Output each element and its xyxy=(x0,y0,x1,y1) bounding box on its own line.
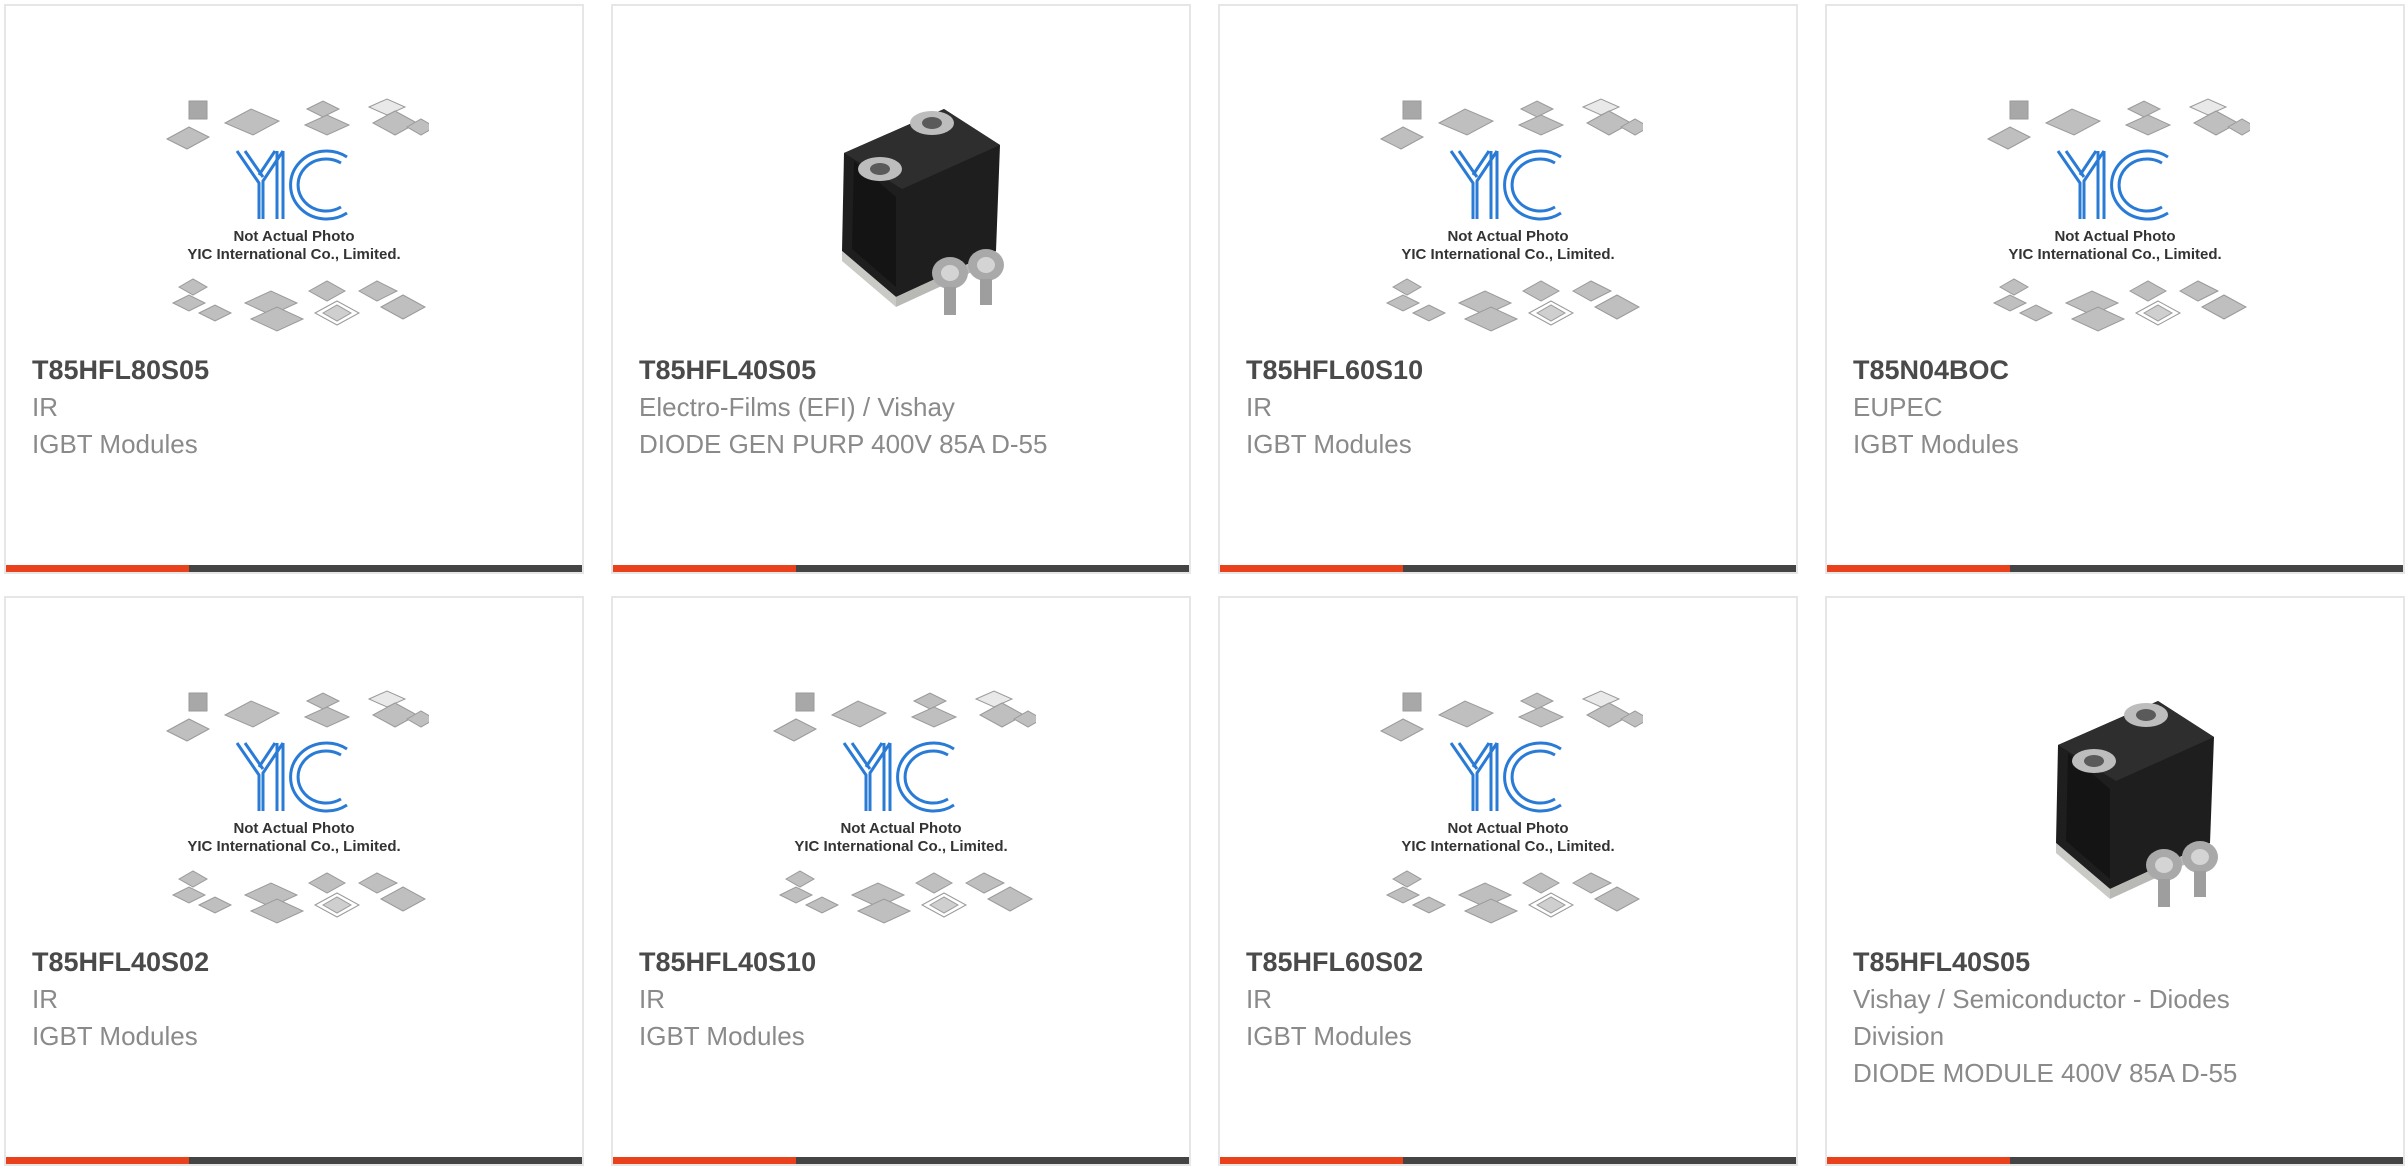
card-bottom-bar xyxy=(613,565,1189,572)
product-part-number[interactable]: T85HFL40S05 xyxy=(639,352,1059,389)
product-description: IGBT Modules xyxy=(32,429,198,459)
product-info: T85HFL40S05 Vishay / Semiconductor - Dio… xyxy=(1853,944,2273,1092)
product-description: DIODE GEN PURP 400V 85A D-55 xyxy=(639,429,1048,459)
product-description: DIODE MODULE 400V 85A D-55 xyxy=(1853,1058,2238,1088)
product-description: IGBT Modules xyxy=(1853,429,2019,459)
product-manufacturer: IR xyxy=(639,984,665,1014)
card-bottom-bar xyxy=(1220,565,1796,572)
product-part-number[interactable]: T85HFL40S02 xyxy=(32,944,452,981)
product-card-6[interactable]: Not Actual Photo YIC International Co., L… xyxy=(611,596,1191,1166)
product-manufacturer: IR xyxy=(32,984,58,1014)
placeholder-caption-line2: YIC International Co., Limited. xyxy=(794,838,1007,855)
placeholder-caption-line1: Not Actual Photo xyxy=(1447,228,1568,245)
diode-module-photo xyxy=(842,109,1004,315)
product-part-number[interactable]: T85N04BOC xyxy=(1853,352,2273,389)
product-part-number[interactable]: T85HFL40S10 xyxy=(639,944,1059,981)
placeholder-caption-line2: YIC International Co., Limited. xyxy=(2008,246,2221,263)
product-description: IGBT Modules xyxy=(32,1021,198,1051)
card-bottom-bar xyxy=(6,565,582,572)
product-info: T85HFL40S10 IR IGBT Modules xyxy=(639,944,1059,1055)
product-image[interactable]: Not Actual Photo YIC International Co., L… xyxy=(1373,91,1643,343)
product-card-4[interactable]: Not Actual Photo YIC International Co., L… xyxy=(1825,4,2405,574)
card-bottom-bar xyxy=(1827,565,2403,572)
card-accent-bar xyxy=(1827,565,2010,572)
product-part-number[interactable]: T85HFL60S10 xyxy=(1246,352,1666,389)
placeholder-caption-line2: YIC International Co., Limited. xyxy=(187,246,400,263)
product-card-1[interactable]: Not Actual Photo YIC International Co., L… xyxy=(4,4,584,574)
placeholder-caption-line2: YIC International Co., Limited. xyxy=(1401,838,1614,855)
placeholder-caption-line1: Not Actual Photo xyxy=(233,820,354,837)
product-card-3[interactable]: Not Actual Photo YIC International Co., L… xyxy=(1218,4,1798,574)
product-image[interactable] xyxy=(1980,683,2250,935)
yic-placeholder-icon: Not Actual PhotoYIC International Co., L… xyxy=(1379,97,1643,333)
product-info: T85HFL40S02 IR IGBT Modules xyxy=(32,944,452,1055)
product-image[interactable]: Not Actual Photo YIC International Co., L… xyxy=(159,683,429,935)
yic-placeholder-icon: Not Actual PhotoYIC International Co., L… xyxy=(165,97,429,333)
product-part-number[interactable]: T85HFL80S05 xyxy=(32,352,452,389)
product-image[interactable]: Not Actual Photo YIC International Co., L… xyxy=(1980,91,2250,343)
product-image[interactable]: Not Actual Photo YIC International Co., L… xyxy=(766,683,1036,935)
product-manufacturer: Electro-Films (EFI) / Vishay xyxy=(639,392,955,422)
product-part-number[interactable]: T85HFL60S02 xyxy=(1246,944,1666,981)
product-manufacturer: IR xyxy=(1246,984,1272,1014)
product-card-5[interactable]: Not Actual Photo YIC International Co., L… xyxy=(4,596,584,1166)
product-card-8[interactable]: T85HFL40S05 Vishay / Semiconductor - Dio… xyxy=(1825,596,2405,1166)
product-card-7[interactable]: Not Actual Photo YIC International Co., L… xyxy=(1218,596,1798,1166)
card-accent-bar xyxy=(613,565,796,572)
placeholder-caption-line2: YIC International Co., Limited. xyxy=(187,838,400,855)
product-info: T85HFL40S05 Electro-Films (EFI) / Vishay… xyxy=(639,352,1059,463)
product-description: IGBT Modules xyxy=(1246,1021,1412,1051)
card-accent-bar xyxy=(6,565,189,572)
product-manufacturer: Vishay / Semiconductor - Diodes Division xyxy=(1853,984,2230,1051)
product-manufacturer: EUPEC xyxy=(1853,392,1943,422)
product-grid: Not Actual Photo YIC International Co., L… xyxy=(4,4,2405,1166)
product-image[interactable] xyxy=(766,91,1036,343)
product-info: T85HFL80S05 IR IGBT Modules xyxy=(32,352,452,463)
product-image[interactable]: Not Actual Photo YIC International Co., L… xyxy=(1373,683,1643,935)
placeholder-caption-line2: YIC International Co., Limited. xyxy=(1401,246,1614,263)
product-info: T85HFL60S10 IR IGBT Modules xyxy=(1246,352,1666,463)
placeholder-caption-line1: Not Actual Photo xyxy=(1447,820,1568,837)
yic-placeholder-icon: Not Actual PhotoYIC International Co., L… xyxy=(772,689,1036,925)
product-manufacturer: IR xyxy=(32,392,58,422)
product-manufacturer: IR xyxy=(1246,392,1272,422)
yic-placeholder-icon: Not Actual PhotoYIC International Co., L… xyxy=(165,689,429,925)
product-image[interactable]: Not Actual Photo YIC International Co., L… xyxy=(159,91,429,343)
placeholder-caption-line1: Not Actual Photo xyxy=(2054,228,2175,245)
yic-placeholder-icon: Not Actual PhotoYIC International Co., L… xyxy=(1986,97,2250,333)
diode-module-photo xyxy=(2056,701,2218,907)
placeholder-caption-line1: Not Actual Photo xyxy=(233,228,354,245)
product-card-2[interactable]: T85HFL40S05 Electro-Films (EFI) / Vishay… xyxy=(611,4,1191,574)
product-description: IGBT Modules xyxy=(1246,429,1412,459)
yic-placeholder-icon: Not Actual PhotoYIC International Co., L… xyxy=(1379,689,1643,925)
product-info: T85N04BOC EUPEC IGBT Modules xyxy=(1853,352,2273,463)
placeholder-caption-line1: Not Actual Photo xyxy=(840,820,961,837)
product-part-number[interactable]: T85HFL40S05 xyxy=(1853,944,2273,981)
product-description: IGBT Modules xyxy=(639,1021,805,1051)
product-info: T85HFL60S02 IR IGBT Modules xyxy=(1246,944,1666,1055)
card-accent-bar xyxy=(1220,565,1403,572)
